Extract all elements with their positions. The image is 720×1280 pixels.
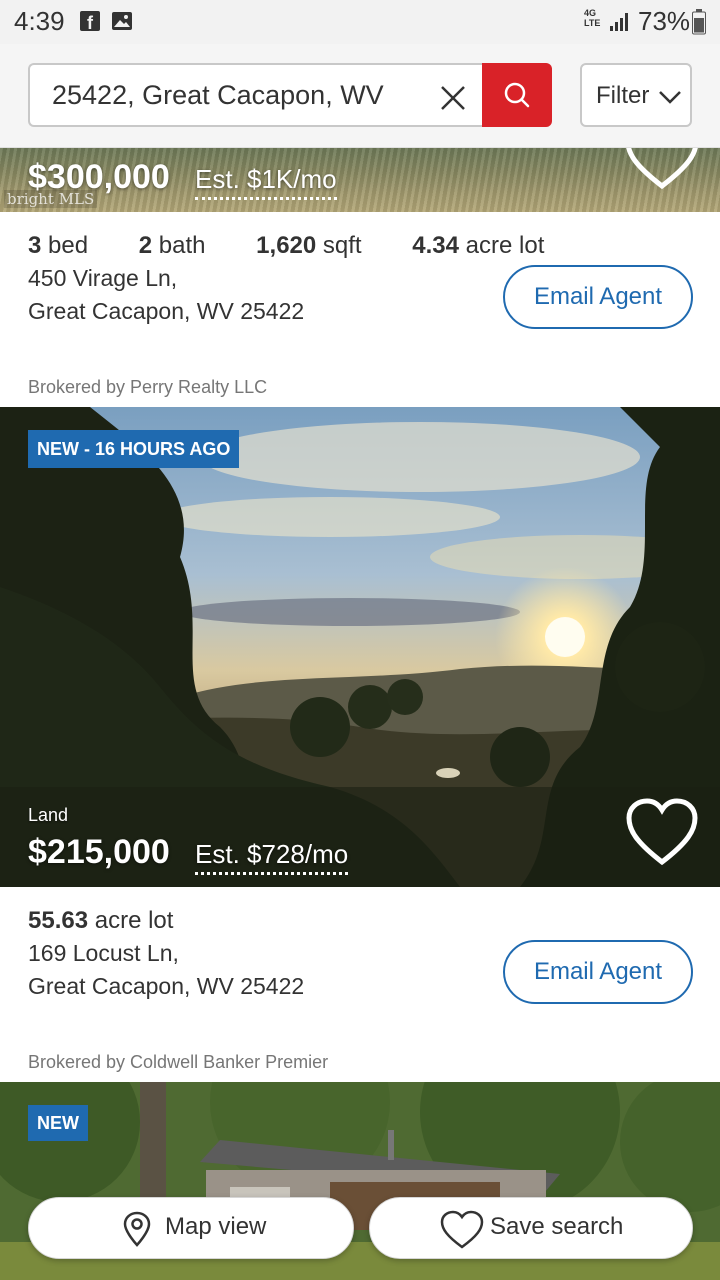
address-line-1: 450 Virage Ln,	[28, 265, 178, 291]
battery-percent: 73%	[638, 6, 691, 36]
broker-text: Brokered by Coldwell Banker Premier	[28, 1052, 329, 1072]
map-view-label: Map view	[165, 1213, 267, 1240]
signal-icon	[610, 13, 628, 31]
sunset-landscape-photo	[0, 407, 720, 887]
gallery-icon	[112, 12, 132, 30]
sqft-fact: 1,620 sqft	[256, 232, 362, 259]
estimated-payment-link[interactable]: Est. $1K/mo	[195, 164, 337, 200]
listing-address[interactable]: 169 Locust Ln, Great Cacapon, WV 25422	[28, 937, 304, 1003]
facebook-icon: f	[80, 11, 100, 33]
search-button[interactable]	[482, 63, 552, 127]
filter-button[interactable]: Filter	[580, 63, 692, 127]
listing-photo[interactable]: NEW - 16 HOURS AGO Land	[0, 407, 720, 887]
listing-facts: 3 bed 2 bath 1,620 sqft 4.34 acre lot	[28, 232, 588, 260]
filter-label: Filter	[596, 82, 650, 109]
listing-price: $215,000	[28, 833, 170, 871]
heart-icon[interactable]	[626, 798, 698, 866]
search-query[interactable]: 25422, Great Cacapon, WV	[52, 80, 384, 111]
search-header: 25422, Great Cacapon, WV Filter	[0, 44, 720, 148]
status-bar: 4:39 f 4G LTE 73%	[0, 0, 720, 44]
address-line-2: Great Cacapon, WV 25422	[28, 973, 305, 999]
new-listing-badge: NEW - 16 HOURS AGO	[28, 430, 240, 468]
address-line-2: Great Cacapon, WV 25422	[28, 298, 305, 324]
save-search-button[interactable]: Save search	[369, 1197, 693, 1259]
lot-fact: 55.63 acre lot	[28, 907, 174, 934]
email-agent-button[interactable]: Email Agent	[503, 940, 693, 1004]
status-time: 4:39	[14, 6, 65, 36]
new-listing-badge: NEW	[28, 1105, 88, 1141]
map-view-button[interactable]: Map view	[28, 1197, 354, 1259]
broker-text: Brokered by Perry Realty LLC	[28, 377, 268, 397]
heart-icon	[440, 1210, 484, 1249]
search-icon	[504, 82, 530, 108]
property-type: Land	[28, 805, 69, 825]
network-indicator: 4G LTE	[584, 8, 601, 28]
listing-address[interactable]: 450 Virage Ln, Great Cacapon, WV 25422	[28, 262, 304, 328]
beds-fact: 3 bed	[28, 232, 89, 259]
chevron-down-icon	[659, 91, 681, 104]
address-line-1: 169 Locust Ln,	[28, 940, 179, 966]
search-input[interactable]: 25422, Great Cacapon, WV	[28, 63, 484, 127]
baths-fact: 2 bath	[138, 232, 206, 259]
listing-price: $300,000	[28, 158, 170, 196]
estimated-payment-link[interactable]: Est. $728/mo	[195, 839, 349, 875]
map-pin-icon	[123, 1211, 151, 1247]
clear-icon[interactable]	[436, 81, 470, 115]
listing-facts: 55.63 acre lot	[28, 907, 217, 935]
battery-icon	[692, 9, 706, 35]
lot-fact: 4.34 acre lot	[412, 232, 545, 259]
save-search-label: Save search	[490, 1213, 624, 1240]
email-agent-button[interactable]: Email Agent	[503, 265, 693, 329]
